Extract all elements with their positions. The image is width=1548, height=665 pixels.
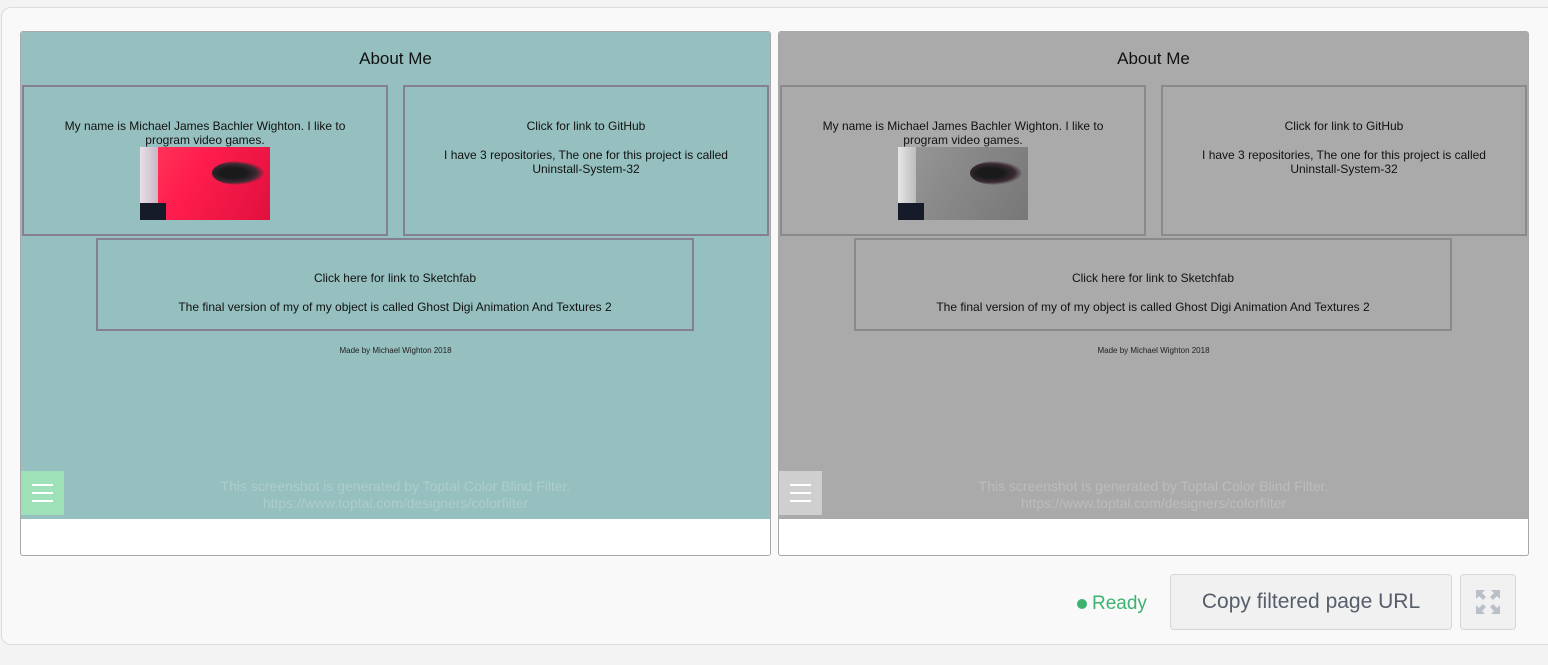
watermark-line-2: https://www.toptal.com/designers/colorfi… <box>1020 495 1287 511</box>
original-page-screenshot: About Me My name is Michael James Bachle… <box>21 32 770 519</box>
watermark: This screenshot is generated by Toptal C… <box>21 478 770 512</box>
sketchfab-box: Click here for link to Sketchfab The fin… <box>96 238 694 331</box>
page-footer: Made by Michael Wighton 2018 <box>339 346 452 355</box>
status-text: Ready <box>1092 593 1147 614</box>
sketchfab-link[interactable]: Click here for link to Sketchfab <box>98 271 692 285</box>
original-preview-panel: About Me My name is Michael James Bachle… <box>20 31 771 556</box>
watermark-line-1: This screenshot is generated by Toptal C… <box>978 478 1329 494</box>
filter-preview-card: About Me My name is Michael James Bachle… <box>1 7 1548 645</box>
intro-text: My name is Michael James Bachler Wighton… <box>64 119 346 147</box>
sketchfab-description: The final version of my of my object is … <box>936 300 1370 314</box>
github-link[interactable]: Click for link to GitHub <box>405 119 767 133</box>
github-box: Click for link to GitHub I have 3 reposi… <box>1161 85 1527 236</box>
page-title: About Me <box>359 49 432 68</box>
eye-photo <box>140 147 270 220</box>
intro-box: My name is Michael James Bachler Wighton… <box>780 85 1146 236</box>
hamburger-menu-icon[interactable] <box>21 471 64 515</box>
sketchfab-description: The final version of my of my object is … <box>178 300 612 314</box>
github-link[interactable]: Click for link to GitHub <box>1163 119 1525 133</box>
fullscreen-button[interactable] <box>1460 574 1516 630</box>
watermark: This screenshot is generated by Toptal C… <box>779 478 1528 512</box>
page-footer: Made by Michael Wighton 2018 <box>1097 346 1210 355</box>
copy-filtered-url-button[interactable]: Copy filtered page URL <box>1170 574 1452 630</box>
watermark-line-2: https://www.toptal.com/designers/colorfi… <box>262 495 529 511</box>
status-indicator: Ready <box>1077 593 1147 615</box>
sketchfab-link[interactable]: Click here for link to Sketchfab <box>856 271 1450 285</box>
hamburger-menu-icon[interactable] <box>779 471 822 515</box>
watermark-line-1: This screenshot is generated by Toptal C… <box>220 478 571 494</box>
filtered-page-screenshot: About Me My name is Michael James Bachle… <box>779 32 1528 519</box>
eye-photo <box>898 147 1028 220</box>
sketchfab-box: Click here for link to Sketchfab The fin… <box>854 238 1452 331</box>
github-description: I have 3 repositories, The one for this … <box>1202 148 1486 176</box>
page-title: About Me <box>1117 49 1190 68</box>
intro-text: My name is Michael James Bachler Wighton… <box>822 119 1104 147</box>
filtered-preview-panel: About Me My name is Michael James Bachle… <box>778 31 1529 556</box>
github-description: I have 3 repositories, The one for this … <box>444 148 728 176</box>
github-box: Click for link to GitHub I have 3 reposi… <box>403 85 769 236</box>
status-dot-icon <box>1077 599 1087 609</box>
intro-box: My name is Michael James Bachler Wighton… <box>22 85 388 236</box>
expand-icon <box>1476 590 1500 614</box>
